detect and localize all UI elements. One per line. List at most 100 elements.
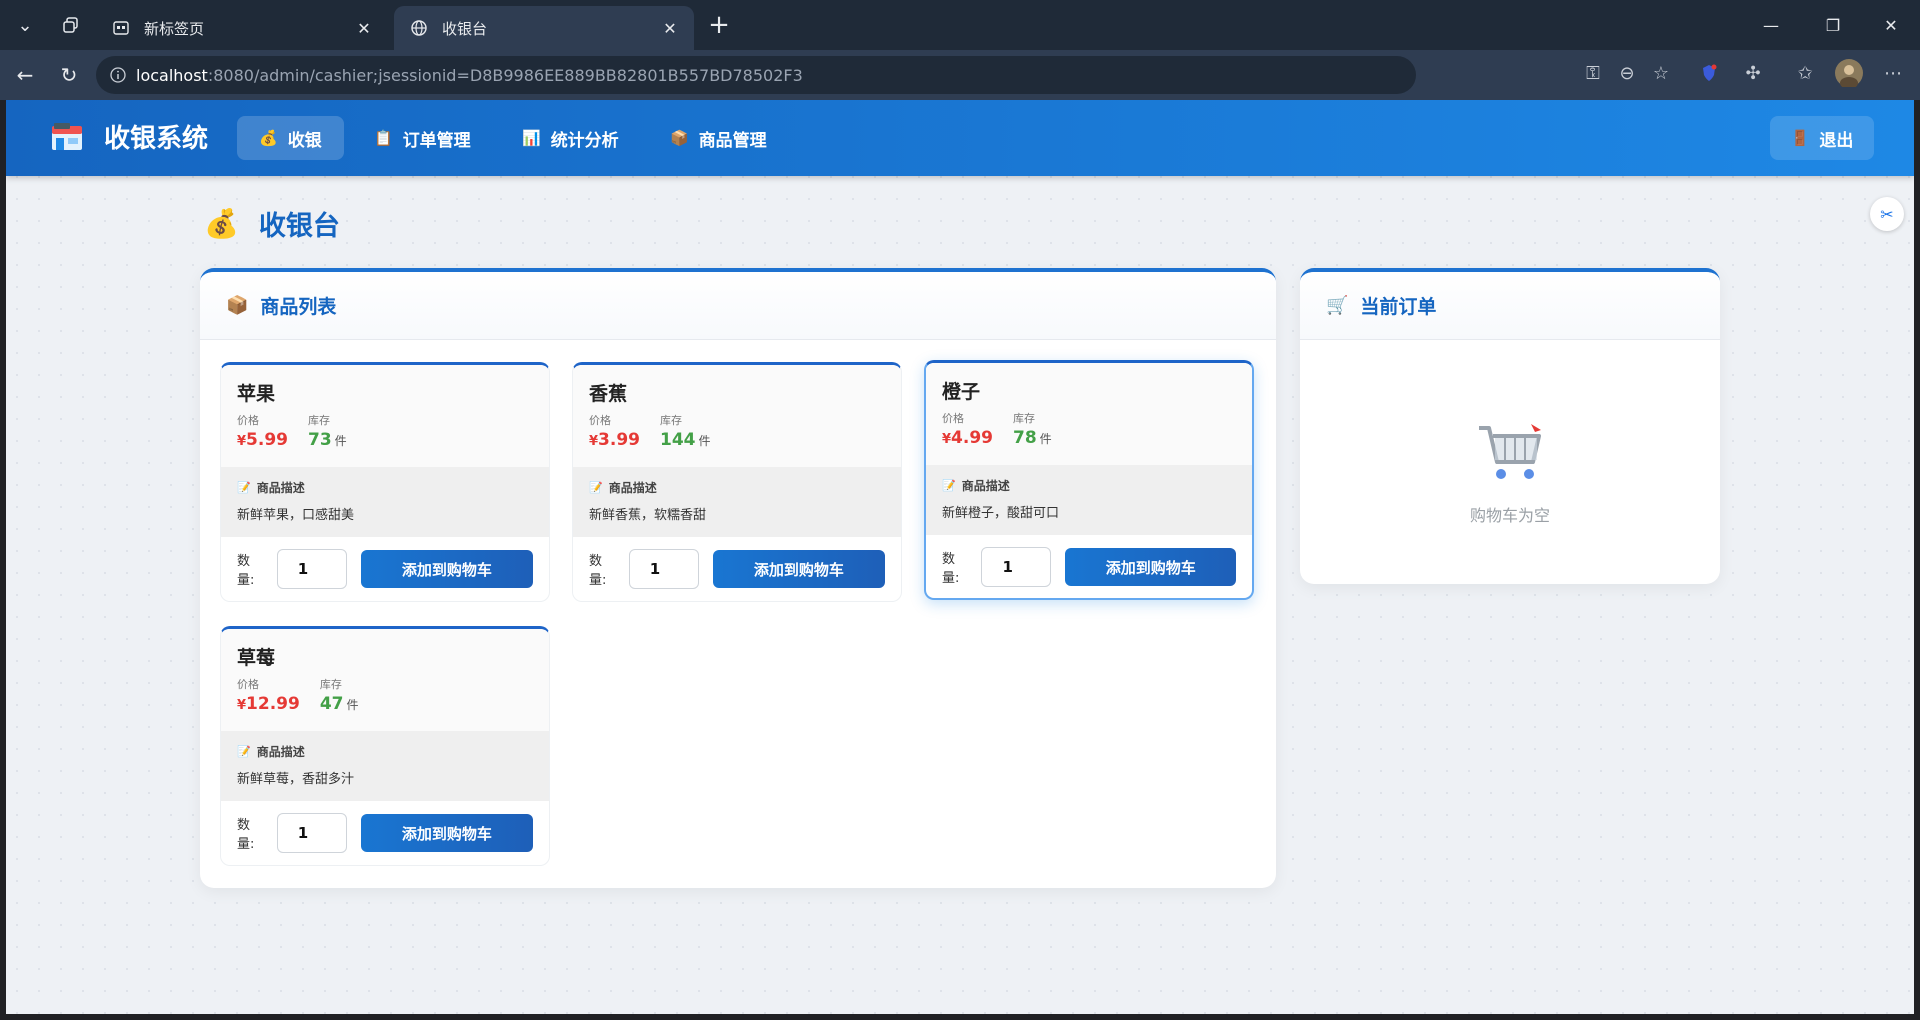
- favorites-list-icon[interactable]: ✩: [1790, 58, 1820, 88]
- page-title: 💰 收银台: [204, 204, 340, 243]
- price-label: 价格: [237, 414, 259, 427]
- price-value: 3.99: [598, 430, 640, 450]
- store-24h-icon: [52, 122, 82, 150]
- close-tab-icon[interactable]: ✕: [658, 16, 682, 40]
- nav-label: 订单管理: [402, 130, 471, 151]
- brand-title: 收银系统: [104, 124, 209, 154]
- quantity-input[interactable]: [981, 547, 1052, 587]
- description-label: 商品描述: [608, 481, 657, 495]
- extension-shield-icon[interactable]: [1694, 58, 1724, 88]
- tab-title: 新标签页: [144, 19, 205, 38]
- product-description: 📝 商品描述 新鲜香蕉，软糯香甜: [573, 467, 901, 537]
- stock-label: 库存: [319, 678, 342, 691]
- stock-label: 库存: [660, 414, 682, 427]
- product-list-panel: 📦 商品列表 苹果 价格 ¥5.99 库存 73 件 📝 商品描述 新鲜苹果，口…: [200, 268, 1276, 888]
- add-to-cart-button[interactable]: 添加到购物车: [360, 814, 533, 852]
- profile-avatar[interactable]: [1834, 58, 1864, 88]
- product-description: 📝 商品描述 新鲜草莓，香甜多汁: [221, 731, 549, 801]
- new-tab-button[interactable]: +: [702, 8, 736, 42]
- product-stock: 144 件: [660, 430, 711, 450]
- quantity-input[interactable]: [276, 549, 347, 589]
- memo-icon: 📝: [237, 481, 251, 494]
- quantity-input[interactable]: [628, 549, 699, 589]
- page-title-text: 收银台: [258, 211, 340, 242]
- price-value: 4.99: [951, 428, 993, 448]
- price-value: 12.99: [246, 694, 300, 714]
- product-card: 苹果 价格 ¥5.99 库存 73 件 📝 商品描述 新鲜苹果，口感甜美 数量:…: [220, 362, 550, 602]
- stock-value: 73: [308, 430, 332, 450]
- quantity-label: 数量:: [942, 552, 960, 586]
- more-menu-icon[interactable]: ⋯: [1878, 58, 1908, 88]
- close-window-icon[interactable]: ✕: [1868, 8, 1914, 42]
- bar-chart-icon: 📊: [522, 129, 541, 147]
- stock-value: 144: [660, 430, 696, 450]
- product-card: 香蕉 价格 ¥3.99 库存 144 件 📝 商品描述 新鲜香蕉，软糯香甜 数量…: [572, 362, 902, 602]
- product-name: 香蕉: [589, 383, 628, 405]
- description-text: 新鲜香蕉，软糯香甜: [589, 508, 707, 523]
- url-host: localhost: [136, 65, 208, 85]
- address-bar[interactable]: localhost:8080/admin/cashier;jsessionid=…: [96, 56, 1416, 94]
- brand[interactable]: 收银系统: [50, 118, 208, 155]
- description-text: 新鲜草莓，香甜多汁: [237, 772, 355, 787]
- new-tab-page-icon: [110, 17, 132, 39]
- site-info-icon[interactable]: [100, 67, 136, 83]
- restore-icon[interactable]: ❐: [1810, 8, 1856, 42]
- empty-cart-text: 购物车为空: [1469, 506, 1550, 525]
- scissors-icon[interactable]: ✂: [1870, 197, 1904, 231]
- add-to-cart-button[interactable]: 添加到购物车: [712, 550, 885, 588]
- price-value: 5.99: [246, 430, 288, 450]
- door-icon: 🚪: [1790, 129, 1810, 147]
- package-icon: 📦: [670, 129, 689, 147]
- nav-cashier[interactable]: 💰 收银: [237, 116, 344, 160]
- close-tab-icon[interactable]: ✕: [352, 16, 376, 40]
- reload-icon[interactable]: ↻: [52, 58, 86, 92]
- globe-icon: [408, 17, 430, 39]
- key-icon[interactable]: ⚿: [1578, 58, 1608, 88]
- tab-list-chevron-icon[interactable]: ⌄: [6, 6, 44, 44]
- favorite-star-icon[interactable]: ☆: [1646, 58, 1676, 88]
- tab-new-tab[interactable]: 新标签页 ✕: [96, 6, 388, 50]
- empty-cart-state: 购物车为空: [1300, 422, 1720, 526]
- product-name: 橙子: [942, 381, 981, 403]
- stock-label: 库存: [308, 414, 330, 427]
- quantity-input[interactable]: [276, 813, 347, 853]
- package-icon: 📦: [226, 295, 249, 316]
- nav-label: 收银: [287, 130, 322, 151]
- browser-toolbar: ← ↻ localhost:8080/admin/cashier;jsessio…: [0, 50, 1920, 100]
- product-price: ¥5.99: [237, 430, 288, 450]
- product-stock: 47 件: [320, 694, 359, 714]
- back-icon[interactable]: ←: [8, 58, 42, 92]
- nav-statistics[interactable]: 📊 统计分析: [500, 116, 641, 160]
- stock-unit: 件: [334, 434, 347, 448]
- add-to-cart-button[interactable]: 添加到购物车: [360, 550, 533, 588]
- nav-products[interactable]: 📦 商品管理: [648, 116, 789, 160]
- product-stock: 78 件: [1013, 428, 1052, 448]
- product-price: ¥4.99: [942, 428, 993, 448]
- currency-symbol: ¥: [237, 698, 247, 713]
- zoom-out-icon[interactable]: ⊖: [1612, 58, 1642, 88]
- product-description: 📝 商品描述 新鲜苹果，口感甜美: [221, 467, 549, 537]
- stock-unit: 件: [346, 698, 359, 712]
- shopping-cart-icon: [1479, 424, 1541, 479]
- nav-orders[interactable]: 📋 订单管理: [352, 116, 493, 160]
- url-path: :8080/admin/cashier;jsessionid=D8B9986EE…: [207, 65, 803, 85]
- price-label: 价格: [237, 678, 259, 691]
- logout-button[interactable]: 🚪 退出: [1770, 116, 1874, 160]
- nav-label: 统计分析: [550, 130, 619, 151]
- workspaces-icon[interactable]: [52, 6, 90, 44]
- memo-icon: 📝: [942, 479, 956, 492]
- panel-header: 📦 商品列表: [200, 272, 1276, 340]
- minimize-icon[interactable]: —: [1748, 8, 1794, 42]
- stock-unit: 件: [698, 434, 711, 448]
- extensions-puzzle-icon[interactable]: ✣: [1738, 58, 1768, 88]
- quantity-label: 数量:: [589, 554, 607, 588]
- panel-title: 商品列表: [260, 296, 337, 318]
- price-label: 价格: [942, 412, 964, 425]
- tab-cashier[interactable]: 收银台 ✕: [394, 6, 694, 50]
- description-label: 商品描述: [961, 479, 1010, 493]
- memo-icon: 📝: [237, 745, 251, 758]
- memo-icon: 📝: [589, 481, 603, 494]
- stock-label: 库存: [1013, 412, 1035, 425]
- add-to-cart-button[interactable]: 添加到购物车: [1065, 548, 1236, 586]
- app-navbar: 收银系统 💰 收银 📋 订单管理 📊 统计分析 📦 商品管理 🚪 退出: [6, 100, 1914, 176]
